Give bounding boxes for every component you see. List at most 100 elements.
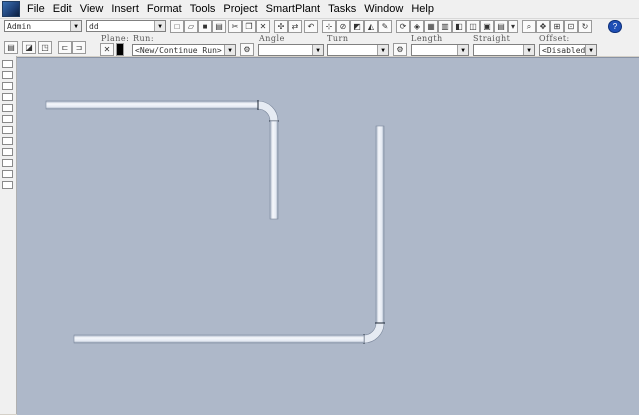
copy-icon[interactable]: ❐: [242, 20, 256, 33]
angle-label: Angle: [259, 34, 285, 43]
menu-insert[interactable]: Insert: [107, 0, 143, 18]
display-options-icon[interactable]: ▤: [494, 20, 508, 33]
length-select[interactable]: ▼: [411, 44, 469, 56]
chevron-down-icon: ▼: [70, 21, 81, 31]
offset-select[interactable]: <Disabled> ▼: [539, 44, 597, 56]
standard-toolbar: Admin ▼ dd ▼ □ ▱ ■ ▤ ✂ ❐ ✕ ✣ ⇄ ↶ ⊹ ⊘ ◩ ◭…: [0, 19, 639, 34]
straight-label: Straight: [473, 34, 511, 43]
permission-group-value: Admin: [7, 22, 32, 31]
route-icon[interactable]: ⊐: [72, 41, 86, 54]
elbow-top-right[interactable]: [257, 100, 279, 122]
pipe-segment-top-horizontal[interactable]: [45, 100, 259, 110]
save-icon[interactable]: ■: [198, 20, 212, 33]
straight-select[interactable]: ▼: [473, 44, 535, 56]
turn-select[interactable]: ▼: [327, 44, 389, 56]
properties-icon[interactable]: ▤: [4, 41, 18, 54]
menu-edit[interactable]: Edit: [49, 0, 76, 18]
run-properties-icon[interactable]: ⚙: [240, 43, 254, 56]
render-icon[interactable]: ◫: [466, 20, 480, 33]
graphic-view[interactable]: [17, 57, 639, 415]
insert-specialty-icon[interactable]: [2, 93, 13, 101]
menu-help[interactable]: Help: [407, 0, 438, 18]
chevron-down-icon: ▼: [585, 45, 596, 55]
app-logo-icon[interactable]: [2, 1, 20, 17]
insert-split-icon[interactable]: [2, 115, 13, 123]
permission-group-select[interactable]: Admin ▼: [4, 20, 82, 32]
inspect-icon[interactable]: ◭: [364, 20, 378, 33]
view-plan-icon[interactable]: ▦: [424, 20, 438, 33]
menu-tools[interactable]: Tools: [186, 0, 220, 18]
rotate-icon[interactable]: ↻: [578, 20, 592, 33]
route-pipe-icon[interactable]: [2, 71, 13, 79]
pipe-segment-bottom-horizontal[interactable]: [73, 334, 365, 344]
menu-file[interactable]: File: [23, 0, 49, 18]
chevron-down-icon[interactable]: ▾: [508, 20, 518, 33]
chevron-down-icon: ▼: [312, 45, 323, 55]
menu-smartplant[interactable]: SmartPlant: [262, 0, 324, 18]
chevron-down-icon: ▼: [377, 45, 388, 55]
system-select[interactable]: dd ▼: [86, 20, 166, 32]
zoom-area-icon[interactable]: ⊡: [564, 20, 578, 33]
menu-project[interactable]: Project: [219, 0, 261, 18]
no-plane-icon[interactable]: ✕: [100, 43, 114, 56]
turn-options-icon[interactable]: ⚙: [393, 43, 407, 56]
pipe-segment-short-vertical[interactable]: [269, 120, 279, 220]
plane-icon[interactable]: ◪: [22, 41, 36, 54]
offset-value: <Disabled>: [542, 46, 591, 55]
zoom-icon[interactable]: ⌕: [522, 20, 536, 33]
help-icon[interactable]: ?: [608, 20, 622, 33]
insert-tap-icon[interactable]: [2, 170, 13, 178]
menu-window[interactable]: Window: [360, 0, 407, 18]
angle-select[interactable]: ▼: [258, 44, 324, 56]
mirror-icon[interactable]: ⇄: [288, 20, 302, 33]
new-icon[interactable]: □: [170, 20, 184, 33]
menu-bar: File Edit View Insert Format Tools Proje…: [0, 0, 639, 19]
route-ribbon: ▤ ◪ ◳ ⊏ ⊐ Plane: Run: ✕ <New/Continue Ru…: [0, 34, 639, 56]
chevron-down-icon: ▼: [523, 45, 534, 55]
turn-label: Turn: [327, 34, 349, 43]
elbow-bottom-right[interactable]: [363, 322, 385, 344]
cut-icon[interactable]: ✂: [228, 20, 242, 33]
system-value: dd: [89, 22, 99, 31]
clip-icon[interactable]: ◧: [452, 20, 466, 33]
print-icon[interactable]: ▤: [212, 20, 226, 33]
open-icon[interactable]: ▱: [184, 20, 198, 33]
chevron-down-icon: ▼: [457, 45, 468, 55]
fit-icon[interactable]: ⊞: [550, 20, 564, 33]
pan-icon[interactable]: ✥: [536, 20, 550, 33]
pipe-segment-tall-vertical[interactable]: [375, 125, 385, 324]
offset-icon[interactable]: ◳: [38, 41, 52, 54]
menu-format[interactable]: Format: [143, 0, 186, 18]
view-elevation-icon[interactable]: ▥: [438, 20, 452, 33]
menu-view[interactable]: View: [76, 0, 108, 18]
offset-label: Offset:: [539, 34, 570, 43]
run-select[interactable]: <New/Continue Run> ▼: [132, 44, 236, 56]
connect-icon[interactable]: [2, 159, 13, 167]
measure-icon[interactable]: ⊘: [336, 20, 350, 33]
select-filter-icon[interactable]: ◩: [350, 20, 364, 33]
run-value: <New/Continue Run>: [135, 46, 222, 55]
left-toolbar: [0, 56, 17, 414]
insert-instrument-icon[interactable]: [2, 104, 13, 112]
plane-label: Plane:: [101, 34, 130, 43]
chevron-down-icon: ▼: [224, 45, 235, 55]
menu-tasks[interactable]: Tasks: [324, 0, 360, 18]
undo-icon[interactable]: ↶: [304, 20, 318, 33]
insert-bolt-icon[interactable]: [2, 181, 13, 189]
insert-component-icon[interactable]: [2, 82, 13, 90]
sloped-pipe-icon[interactable]: [2, 148, 13, 156]
pinpoint-icon[interactable]: ⊹: [322, 20, 336, 33]
plane-color-icon[interactable]: [116, 43, 124, 56]
edit-props-icon[interactable]: ✎: [378, 20, 392, 33]
delete-icon[interactable]: ✕: [256, 20, 270, 33]
view-refresh-icon[interactable]: ⟳: [396, 20, 410, 33]
view-iso-icon[interactable]: ◈: [410, 20, 424, 33]
spec-icon[interactable]: ⊏: [58, 41, 72, 54]
run-label: Run:: [133, 34, 155, 43]
route-dimension-icon[interactable]: [2, 137, 13, 145]
display-icon[interactable]: ▣: [480, 20, 494, 33]
length-label: Length: [411, 34, 443, 43]
select-arrow-icon[interactable]: [2, 60, 13, 68]
move-icon[interactable]: ✣: [274, 20, 288, 33]
insert-feature-icon[interactable]: [2, 126, 13, 134]
